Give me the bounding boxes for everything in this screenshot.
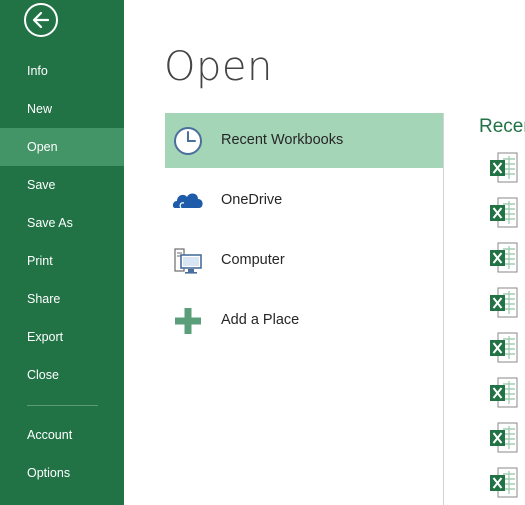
place-onedrive[interactable]: OneDrive [165,173,443,228]
back-button[interactable] [24,3,58,37]
excel-file-icon[interactable] [489,422,519,454]
computer-icon [174,248,202,274]
places-list: Recent Workbooks OneDrive Computer Add a… [165,113,444,505]
nav-save[interactable]: Save [0,166,124,204]
nav-share[interactable]: Share [0,280,124,318]
excel-file-icon[interactable] [489,332,519,364]
back-arrow-icon [32,11,50,29]
place-recent-workbooks[interactable]: Recent Workbooks [165,113,443,168]
nav-account[interactable]: Account [0,416,124,454]
cloud-icon [172,193,203,209]
nav-info[interactable]: Info [0,52,124,90]
nav-export[interactable]: Export [0,318,124,356]
excel-file-icon[interactable] [489,242,519,274]
recent-heading: Recen [479,116,525,137]
nav-options[interactable]: Options [0,454,124,492]
backstage-sidebar: Info New Open Save Save As Print Share E… [0,0,124,505]
nav-divider [27,405,98,406]
nav-save-as[interactable]: Save As [0,204,124,242]
place-label: Recent Workbooks [221,132,344,148]
page-title: Open [164,44,273,90]
place-computer[interactable]: Computer [165,233,443,288]
excel-file-icon[interactable] [489,377,519,409]
excel-file-icon[interactable] [489,467,519,499]
place-label: Add a Place [221,312,300,328]
nav-close[interactable]: Close [0,356,124,394]
plus-icon [175,308,201,334]
place-label: Computer [221,252,285,268]
excel-file-icon[interactable] [489,197,519,229]
excel-file-icon[interactable] [489,152,519,184]
clock-icon [174,127,202,155]
nav-new[interactable]: New [0,90,124,128]
nav-print[interactable]: Print [0,242,124,280]
place-label: OneDrive [221,192,283,208]
place-add-a-place[interactable]: Add a Place [165,293,443,348]
nav-open[interactable]: Open [0,128,124,166]
excel-file-icon[interactable] [489,287,519,319]
